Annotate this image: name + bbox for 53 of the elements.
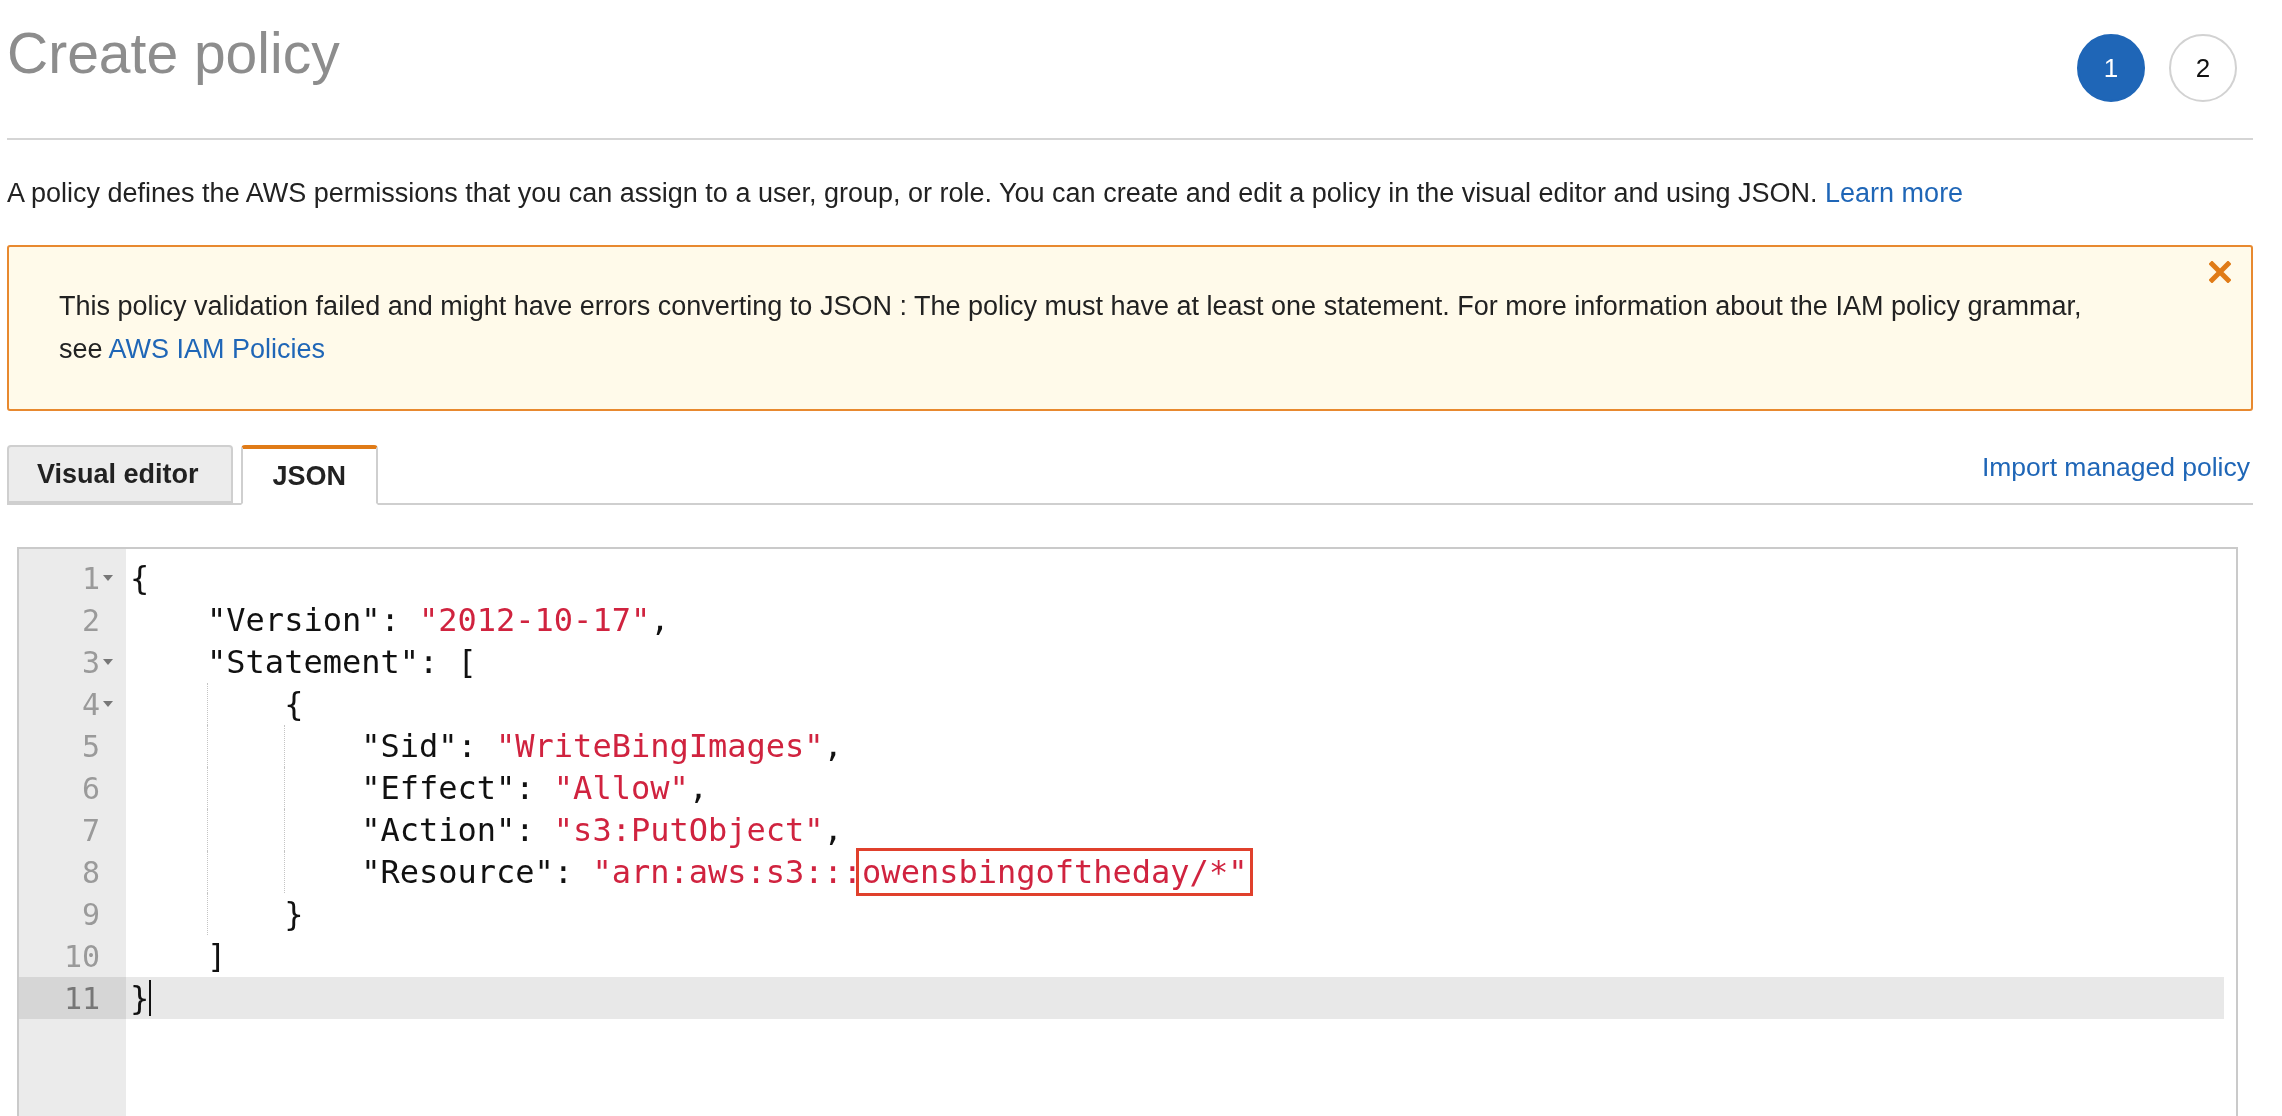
- code-text: "WriteBingImages": [496, 727, 824, 766]
- code-text: "Resource": [360, 853, 554, 892]
- line-number: 8: [81, 854, 100, 890]
- code-text: }: [283, 895, 304, 934]
- code-text: ]: [206, 937, 227, 976]
- line-number: 4: [81, 686, 100, 722]
- line-number: 2: [81, 602, 100, 638]
- text-cursor: [149, 980, 152, 1017]
- code-text: :: [457, 727, 478, 766]
- description-text: A policy defines the AWS permissions that you can assign to a user, group, or role. You can create and edit a policy in the visual editor and using JSON. Learn more: [7, 177, 1965, 210]
- import-managed-policy-link[interactable]: Import managed policy: [1981, 451, 2250, 483]
- code-text: "Action": [360, 811, 516, 850]
- code-text: "2012-10-17": [419, 601, 651, 640]
- aws-iam-policies-link[interactable]: AWS IAM Policies: [108, 334, 326, 365]
- editor-tab[interactable]: Visual editor: [7, 445, 233, 504]
- line-number: 5: [81, 728, 100, 764]
- alert-message: This policy validation failed and might have errors converting to JSON : The policy must have at least one statement. For more information about the IAM policy grammar, see AWS IAM Policies: [59, 290, 2083, 367]
- highlighted-code-text: owensbingoftheday/*": [856, 848, 1254, 897]
- code-text: : [: [419, 643, 477, 682]
- line-number: 10: [63, 938, 100, 974]
- code-text: :: [553, 853, 575, 892]
- code-text: "Version": [206, 601, 381, 640]
- line-number: 3: [81, 644, 100, 680]
- code-text: "Statement": [206, 643, 419, 682]
- code-text: }: [130, 979, 150, 1018]
- fold-arrow-icon[interactable]: [103, 659, 113, 666]
- fold-arrow-icon[interactable]: [103, 701, 113, 708]
- code-editor[interactable]: 1 2 3 4 5 6 7 8 9 10 11 { "Version": "2012-10-17", "Statement": [ { "Sid": "WriteBingImages", "Effect": "Allow", "Action": "s3:PutObject", "Resource": "arn:aws:s3:::owensbingoftheday/*" } ] }: [17, 547, 2238, 1116]
- line-number: 11: [63, 980, 100, 1016]
- code-text: "s3:PutObject": [553, 811, 824, 850]
- fold-arrow-icon[interactable]: [103, 575, 113, 582]
- step-indicator[interactable]: 1: [2077, 34, 2145, 102]
- close-icon: [2209, 261, 2231, 284]
- code-text: ,: [650, 601, 670, 640]
- code-text: "Effect": [360, 769, 516, 808]
- line-number: 1: [81, 560, 100, 596]
- code-text: :: [515, 811, 536, 850]
- step-indicator[interactable]: 2: [2169, 34, 2237, 102]
- line-number: 6: [81, 770, 100, 806]
- line-number: 7: [81, 812, 100, 848]
- page-title: Create policy: [7, 22, 340, 85]
- line-number: 9: [81, 896, 100, 932]
- editor-tab[interactable]: JSON: [240, 445, 379, 506]
- code-text: "Sid": [360, 727, 458, 766]
- code-text: ,: [823, 811, 843, 850]
- code-text: :: [380, 601, 401, 640]
- code-text: :: [515, 769, 536, 808]
- code-text: {: [130, 559, 150, 598]
- code-text: ,: [823, 727, 843, 766]
- code-text: {: [283, 685, 304, 724]
- code-text: ,: [688, 769, 708, 808]
- learn-more-link[interactable]: Learn more: [1825, 178, 1964, 208]
- code-text: "Allow": [553, 769, 689, 808]
